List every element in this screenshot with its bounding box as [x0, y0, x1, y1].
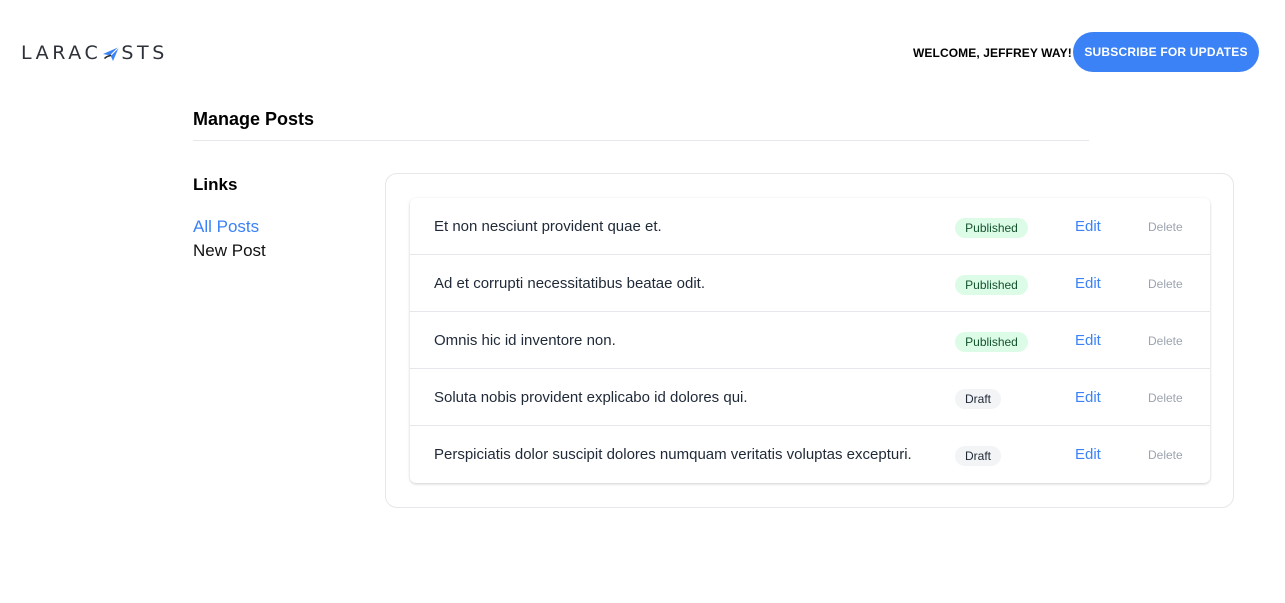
delete-button[interactable]: Delete [1148, 198, 1183, 255]
delete-button[interactable]: Delete [1148, 369, 1183, 426]
sidebar-item-new-post[interactable]: New Post [193, 239, 266, 263]
table-row: Omnis hic id inventore non. Published Ed… [410, 312, 1210, 369]
laracasts-logo[interactable]: LARAC STS [21, 42, 168, 64]
title-divider [193, 140, 1089, 141]
status-badge: Draft [955, 446, 1001, 466]
post-title: Soluta nobis provident explicabo id dolo… [434, 389, 748, 406]
edit-link[interactable]: Edit [1075, 369, 1101, 426]
posts-table: Et non nesciunt provident quae et. Publi… [410, 198, 1210, 483]
subscribe-button[interactable]: SUBSCRIBE FOR UPDATES [1073, 32, 1259, 72]
welcome-message: WELCOME, JEFFREY WAY! [913, 46, 1072, 60]
post-title: Ad et corrupti necessitatibus beatae odi… [434, 275, 705, 292]
table-row: Perspiciatis dolor suscipit dolores numq… [410, 426, 1210, 483]
status-badge: Draft [955, 389, 1001, 409]
edit-link[interactable]: Edit [1075, 198, 1101, 255]
sidebar-heading: Links [193, 175, 238, 194]
table-row: Soluta nobis provident explicabo id dolo… [410, 369, 1210, 426]
logo-text-start: LARAC [21, 42, 102, 64]
logo-wordmark: LARAC STS [21, 42, 168, 64]
post-title: Omnis hic id inventore non. [434, 332, 616, 349]
edit-link[interactable]: Edit [1075, 426, 1101, 483]
paper-plane-icon [103, 46, 120, 61]
post-title: Et non nesciunt provident quae et. [434, 218, 662, 235]
sidebar-nav: All Posts New Post [193, 215, 266, 263]
delete-button[interactable]: Delete [1148, 426, 1183, 483]
table-row: Ad et corrupti necessitatibus beatae odi… [410, 255, 1210, 312]
status-badge: Published [955, 332, 1028, 352]
status-badge: Published [955, 275, 1028, 295]
edit-link[interactable]: Edit [1075, 255, 1101, 312]
delete-button[interactable]: Delete [1148, 312, 1183, 369]
edit-link[interactable]: Edit [1075, 312, 1101, 369]
delete-button[interactable]: Delete [1148, 255, 1183, 312]
sidebar-item-all-posts[interactable]: All Posts [193, 215, 266, 239]
page-title: Manage Posts [193, 109, 315, 129]
status-badge: Published [955, 218, 1028, 238]
post-title: Perspiciatis dolor suscipit dolores numq… [434, 446, 912, 463]
table-row: Et non nesciunt provident quae et. Publi… [410, 198, 1210, 255]
logo-text-end: STS [121, 42, 168, 64]
